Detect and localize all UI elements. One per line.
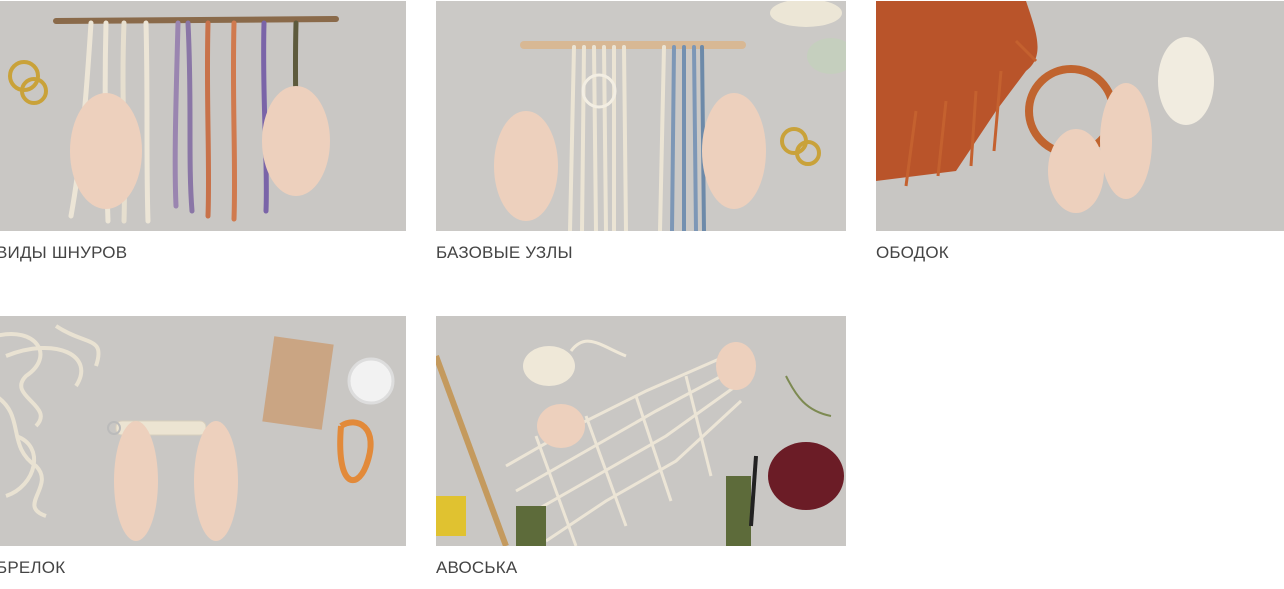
lesson-title[interactable]: ОБОДОК: [876, 243, 1284, 263]
lesson-title[interactable]: БАЗОВЫЕ УЗЛЫ: [436, 243, 846, 263]
lesson-card-headband[interactable]: ОБОДОК: [876, 1, 1284, 263]
lesson-card-cord-types[interactable]: ВИДЫ ШНУРОВ: [0, 1, 406, 263]
macrame-headband-photo: [876, 1, 1284, 231]
macrame-string-bag-photo: [436, 316, 846, 546]
lesson-title[interactable]: БРЕЛОК: [0, 558, 406, 578]
lesson-thumbnail-string-bag[interactable]: [436, 316, 846, 546]
lesson-card-basic-knots[interactable]: БАЗОВЫЕ УЗЛЫ: [436, 1, 846, 263]
lesson-thumbnail-keychain[interactable]: [0, 316, 406, 546]
macrame-keychain-photo: [0, 316, 406, 546]
lesson-thumbnail-headband[interactable]: [876, 1, 1284, 231]
lesson-title[interactable]: ВИДЫ ШНУРОВ: [0, 243, 406, 263]
lesson-thumbnail-basic-knots[interactable]: [436, 1, 846, 231]
macrame-cord-types-photo: [0, 1, 406, 231]
lesson-card-string-bag[interactable]: АВОСЬКА: [436, 316, 846, 578]
lesson-card-keychain[interactable]: БРЕЛОК: [0, 316, 406, 578]
lesson-thumbnail-cord-types[interactable]: [0, 1, 406, 231]
lesson-title[interactable]: АВОСЬКА: [436, 558, 846, 578]
macrame-basic-knots-photo: [436, 1, 846, 231]
